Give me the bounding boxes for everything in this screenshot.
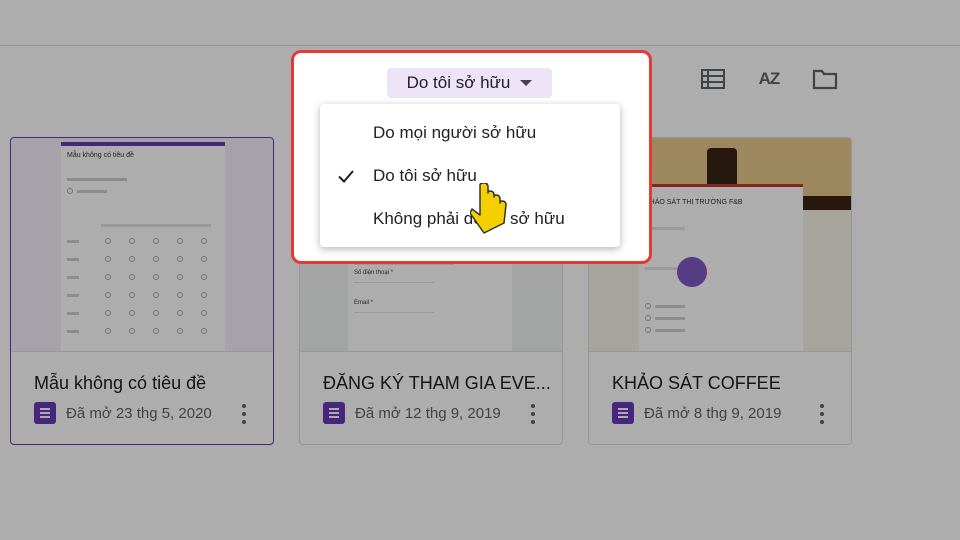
menu-item-label: Do mọi người sở hữu <box>373 123 537 142</box>
chevron-down-icon <box>520 80 533 86</box>
ownership-filter-button[interactable]: Do tôi sở hữu <box>387 68 552 98</box>
mouse-cursor-icon <box>470 183 507 234</box>
menu-item-label: Không phải do tôi sở hữu <box>373 209 565 228</box>
check-icon <box>338 170 354 183</box>
filter-label: Do tôi sở hữu <box>406 73 511 92</box>
menu-item-label: Do tôi sở hữu <box>373 166 477 185</box>
menu-item-owned-by-anyone[interactable]: Do mọi người sở hữu <box>320 113 620 153</box>
